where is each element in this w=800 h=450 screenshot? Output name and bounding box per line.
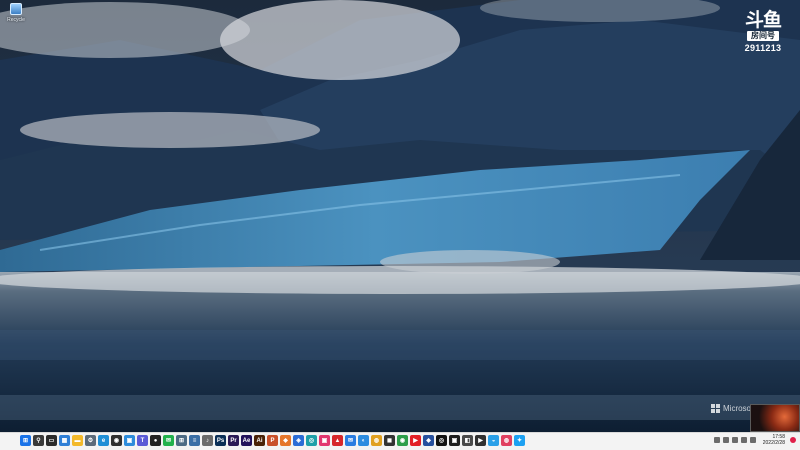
start-button[interactable]: ⊞ <box>20 435 31 446</box>
after-effects-icon[interactable]: Ae <box>241 435 252 446</box>
taskbar-apps: ⊞ ⚲ ▭ ▦ ▬ ⚙ e ◉ ▣ T ● ✉ ⊞ ≡ ♪ Ps Pr Ae Ai P ◆ ◈ ◎ ▣ ▲ ✉ ◐ ◍ ◼ ◉ ▶ ◆ ◎ ▣ ◧ ▶… <box>20 435 525 446</box>
microsoft-logo-icon <box>711 404 720 413</box>
clock[interactable]: 17:58 2022/2/28 <box>763 434 785 446</box>
search-icon[interactable]: ⚲ <box>33 435 44 446</box>
network-icon[interactable] <box>722 437 729 443</box>
player-icon[interactable]: ▶ <box>475 435 486 446</box>
app-shield-icon[interactable]: ◆ <box>423 435 434 446</box>
photos-icon[interactable]: ▣ <box>124 435 135 446</box>
room-label: 房间号 <box>747 31 779 41</box>
media-icon[interactable]: ◎ <box>436 435 447 446</box>
microsoft-brand: Microsoft <box>711 404 755 413</box>
powerpoint-icon[interactable]: P <box>267 435 278 446</box>
settings-icon[interactable]: ⚙ <box>85 435 96 446</box>
premiere-icon[interactable]: Pr <box>228 435 239 446</box>
app-rose-icon[interactable]: ◍ <box>501 435 512 446</box>
ime-icon[interactable] <box>749 437 756 443</box>
youtube-icon[interactable]: ▶ <box>410 435 421 446</box>
widgets-icon[interactable]: ▦ <box>59 435 70 446</box>
photoshop-icon[interactable]: Ps <box>215 435 226 446</box>
app-blue-icon[interactable]: ◈ <box>293 435 304 446</box>
taskbar: ⊞ ⚲ ▭ ▦ ▬ ⚙ e ◉ ▣ T ● ✉ ⊞ ≡ ♪ Ps Pr Ae Ai P ◆ ◈ ◎ ▣ ▲ ✉ ◐ ◍ ◼ ◉ ▶ ◆ ◎ ▣ ◧ ▶… <box>0 432 800 450</box>
chrome-icon[interactable]: ◍ <box>371 435 382 446</box>
app-orange-icon[interactable]: ◆ <box>280 435 291 446</box>
wallpaper-glacier <box>0 0 800 432</box>
webcam-overlay <box>750 404 800 432</box>
edge-icon[interactable]: e <box>98 435 109 446</box>
app-red-icon[interactable]: ▲ <box>332 435 343 446</box>
teams-icon[interactable]: T <box>137 435 148 446</box>
task-view-icon[interactable]: ▭ <box>46 435 57 446</box>
desktop-icon-label: Recycle <box>7 17 25 23</box>
browser-icon[interactable]: ◐ <box>358 435 369 446</box>
system-tray: 17:58 2022/2/28 <box>713 434 796 446</box>
mic-icon[interactable]: ♪ <box>202 435 213 446</box>
battery-icon[interactable] <box>740 437 747 443</box>
calculator-icon[interactable]: ⊞ <box>176 435 187 446</box>
notification-icon[interactable] <box>790 437 796 443</box>
app-sky-icon[interactable]: ◒ <box>488 435 499 446</box>
penguin-icon[interactable]: ● <box>150 435 161 446</box>
mail-icon[interactable]: ✉ <box>345 435 356 446</box>
douyu-logo: 斗鱼 <box>744 9 782 31</box>
desktop: Recycle 斗鱼 房间号 2911213 Microsoft <box>0 0 800 432</box>
app-dark-icon[interactable]: ◼ <box>384 435 395 446</box>
clock-date: 2022/2/28 <box>762 440 785 446</box>
app-teal-icon[interactable]: ◎ <box>306 435 317 446</box>
app-grey-icon[interactable]: ◧ <box>462 435 473 446</box>
recycle-bin-icon <box>10 3 22 15</box>
stream-watermark: 斗鱼 房间号 2911213 <box>740 10 786 53</box>
wechat-icon[interactable]: ✉ <box>163 435 174 446</box>
notepad-icon[interactable]: ≡ <box>189 435 200 446</box>
chevron-up-icon[interactable] <box>713 437 720 443</box>
app-black-icon[interactable]: ▣ <box>449 435 460 446</box>
illustrator-icon[interactable]: Ai <box>254 435 265 446</box>
desktop-icon-recycle[interactable]: Recycle <box>4 3 28 27</box>
maps-icon[interactable]: ◉ <box>111 435 122 446</box>
volume-icon[interactable] <box>731 437 738 443</box>
file-explorer-icon[interactable]: ▬ <box>72 435 83 446</box>
app-green-icon[interactable]: ◉ <box>397 435 408 446</box>
room-number: 2911213 <box>744 43 782 53</box>
app-pink-icon[interactable]: ▣ <box>319 435 330 446</box>
twitter-icon[interactable]: ✦ <box>514 435 525 446</box>
